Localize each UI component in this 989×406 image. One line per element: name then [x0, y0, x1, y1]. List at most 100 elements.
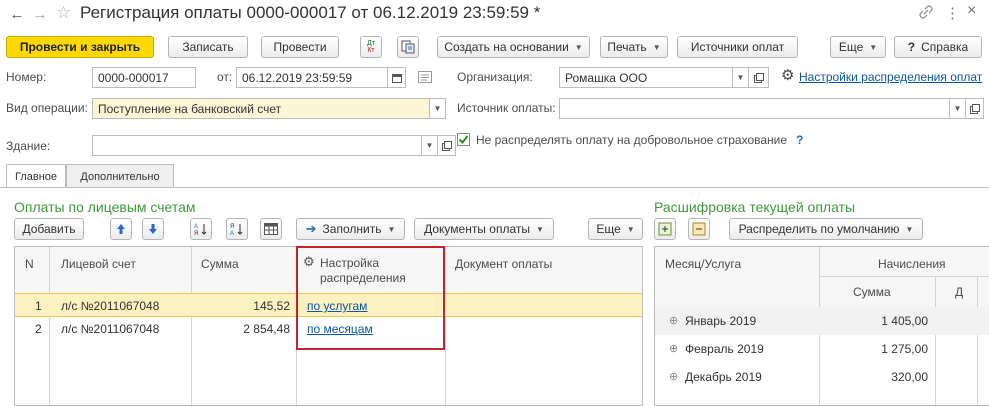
- post-button[interactable]: Провести: [261, 36, 339, 58]
- column-header-n[interactable]: N: [25, 257, 34, 271]
- comment-icon[interactable]: [418, 71, 432, 86]
- organization-dropdown-button[interactable]: ▼: [733, 67, 749, 88]
- column-header-accruals[interactable]: Начисления: [878, 257, 946, 271]
- chevron-down-icon: ▼: [574, 42, 583, 52]
- more-label: Еще: [838, 40, 864, 54]
- column-header-month-service[interactable]: Месяц/Услуга: [665, 257, 741, 271]
- collapse-all-button[interactable]: [688, 218, 710, 240]
- date-from-label: от:: [217, 70, 233, 84]
- expand-icon[interactable]: ⊕: [669, 342, 678, 355]
- table-settings-button[interactable]: [260, 218, 282, 240]
- organization-label: Организация:: [457, 70, 533, 84]
- arrow-up-icon: [117, 224, 125, 234]
- dt-kt-icon: Дт Кт: [367, 40, 375, 54]
- distribution-settings-link[interactable]: Настройки распределения оплат: [799, 70, 982, 84]
- favorite-star-icon[interactable]: ☆: [56, 3, 71, 23]
- help-question-icon: ?: [907, 40, 916, 54]
- create-based-on-label: Создать на основании: [444, 40, 569, 54]
- more-vertical-icon[interactable]: ⋮: [945, 4, 960, 22]
- building-open-button[interactable]: [438, 135, 456, 156]
- payment-sources-button[interactable]: Источники оплат: [677, 36, 798, 58]
- post-and-close-button[interactable]: Провести и закрыть: [6, 36, 154, 58]
- breakdown-sum: 1 405,00: [881, 314, 928, 328]
- column-header-sum[interactable]: Сумма: [201, 257, 239, 271]
- breakdown-month: Январь 2019: [685, 314, 757, 328]
- chevron-down-icon: ▼: [869, 42, 878, 52]
- number-field[interactable]: 0000-000017: [92, 67, 196, 88]
- svg-text:А: А: [230, 231, 234, 236]
- breakdown-row[interactable]: ⊕ Январь 2019 1 405,00: [655, 307, 989, 335]
- row-sum: 145,52: [253, 299, 290, 313]
- svg-text:А: А: [194, 224, 198, 230]
- no-distribute-label[interactable]: Не распределять оплату на добровольное с…: [476, 133, 787, 147]
- tab-main[interactable]: Главное: [6, 164, 66, 188]
- dt-label: Дт: [367, 40, 375, 47]
- operation-type-dropdown-button[interactable]: ▼: [430, 98, 446, 119]
- add-label: Добавить: [22, 222, 76, 236]
- payment-source-open-button[interactable]: [966, 98, 984, 119]
- row-number: 2: [35, 322, 42, 336]
- svg-text:Я: Я: [194, 231, 198, 236]
- date-field[interactable]: 06.12.2019 23:59:59: [236, 67, 388, 88]
- print-button[interactable]: Печать ▼: [600, 36, 668, 58]
- tab-additional-label: Дополнительно: [80, 170, 160, 183]
- add-button[interactable]: Добавить: [14, 218, 84, 240]
- row-account: л/с №2011067048: [61, 322, 160, 336]
- payments-section-title: Оплаты по лицевым счетам: [14, 199, 196, 215]
- distribute-default-label: Распределить по умолчанию: [738, 222, 900, 236]
- no-distribute-help-icon[interactable]: ?: [796, 133, 803, 147]
- back-arrow-icon: ←: [9, 5, 25, 23]
- chevron-down-icon: ▼: [387, 224, 396, 234]
- link-icon[interactable]: [919, 5, 933, 22]
- column-header-payment-doc[interactable]: Документ оплаты: [455, 257, 552, 271]
- help-button[interactable]: ? Справка: [894, 36, 982, 58]
- forward-button[interactable]: →: [29, 4, 51, 24]
- building-dropdown-button[interactable]: ▼: [422, 135, 438, 156]
- create-based-on-button[interactable]: Создать на основании ▼: [437, 36, 590, 58]
- left-more-button[interactable]: Еще ▼: [588, 218, 643, 240]
- calendar-button[interactable]: [388, 67, 406, 88]
- operation-type-field[interactable]: Поступление на банковский счет: [92, 98, 430, 119]
- close-icon[interactable]: ×: [967, 2, 976, 20]
- breakdown-month: Декабрь 2019: [685, 370, 762, 384]
- move-up-button[interactable]: [110, 218, 132, 240]
- tab-divider: [0, 187, 989, 188]
- sort-asc-button[interactable]: АЯ: [190, 218, 212, 240]
- payment-source-field[interactable]: [559, 98, 950, 119]
- building-field[interactable]: [92, 135, 422, 156]
- column-header-truncated[interactable]: Д: [955, 285, 963, 299]
- column-header-sum[interactable]: Сумма: [853, 285, 891, 299]
- no-distribute-checkbox[interactable]: [457, 133, 470, 146]
- payment-documents-button[interactable]: Документы оплаты ▼: [414, 218, 554, 240]
- sort-desc-button[interactable]: ЯА: [226, 218, 248, 240]
- organization-field[interactable]: Ромашка ООО: [559, 67, 733, 88]
- fill-button[interactable]: ➔ Заполнить ▼: [296, 218, 405, 240]
- payment-source-label: Источник оплаты:: [457, 101, 556, 115]
- highlight-callout-box: [296, 246, 445, 350]
- more-button[interactable]: Еще ▼: [830, 36, 886, 58]
- building-label: Здание:: [6, 139, 51, 153]
- payment-source-dropdown-button[interactable]: ▼: [950, 98, 966, 119]
- back-button[interactable]: ←: [6, 4, 28, 24]
- header-separator: [820, 276, 989, 277]
- post-label: Провести: [273, 40, 327, 54]
- distribute-default-button[interactable]: Распределить по умолчанию ▼: [729, 218, 923, 240]
- save-button[interactable]: Записать: [168, 36, 248, 58]
- arrow-down-icon: [149, 224, 157, 234]
- forward-arrow-icon: →: [32, 5, 48, 23]
- expand-icon[interactable]: ⊕: [669, 314, 678, 327]
- column-header-account[interactable]: Лицевой счет: [61, 257, 136, 271]
- organization-open-button[interactable]: [749, 67, 769, 88]
- calendar-icon: [391, 73, 402, 83]
- dt-kt-button[interactable]: Дт Кт: [360, 36, 382, 58]
- breakdown-row[interactable]: ⊕ Декабрь 2019 320,00: [655, 363, 989, 391]
- expand-all-button[interactable]: [654, 218, 676, 240]
- expand-icon[interactable]: ⊕: [669, 370, 678, 383]
- tab-additional[interactable]: Дополнительно: [66, 164, 174, 188]
- kt-label: Кт: [367, 47, 375, 54]
- open-window-icon: [753, 72, 764, 83]
- move-down-button[interactable]: [142, 218, 164, 240]
- tab-main-label: Главное: [14, 170, 58, 183]
- breakdown-row[interactable]: ⊕ Февраль 2019 1 275,00: [655, 335, 989, 363]
- structure-button[interactable]: [397, 36, 419, 58]
